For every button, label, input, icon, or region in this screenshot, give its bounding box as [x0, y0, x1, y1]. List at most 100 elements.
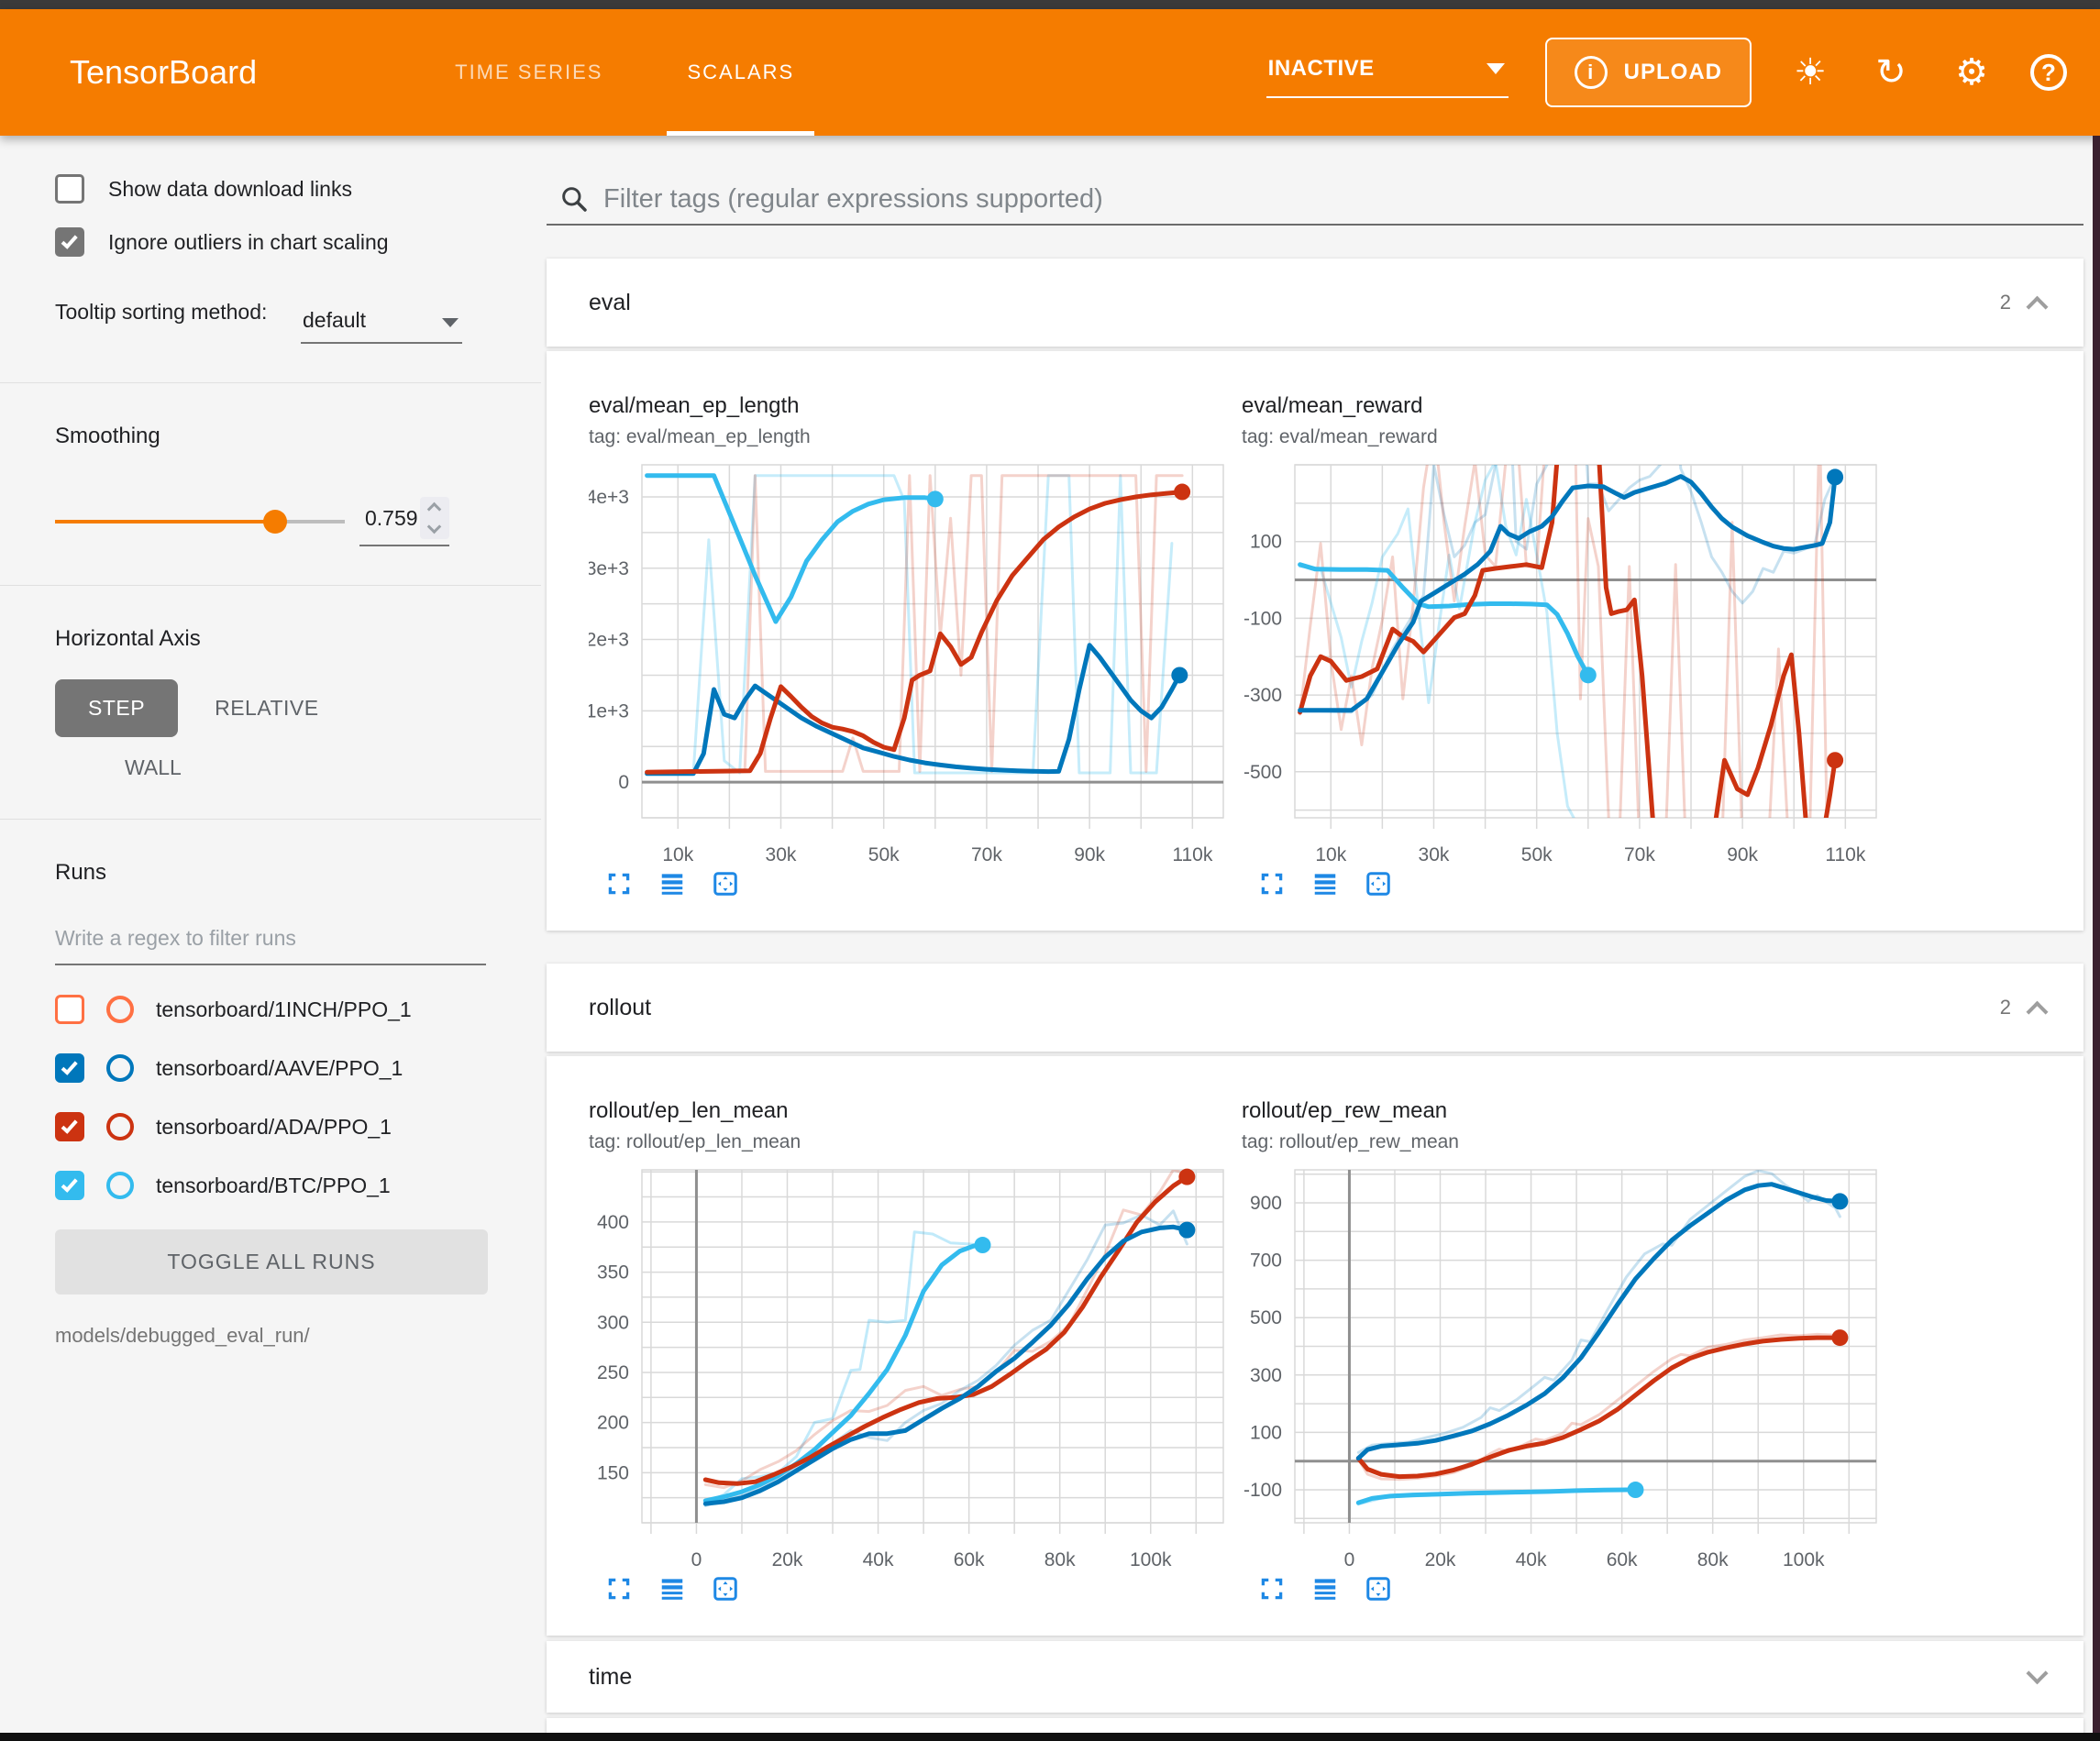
- filter-tags-input[interactable]: [603, 184, 2078, 215]
- svg-text:90k: 90k: [1727, 844, 1758, 865]
- chart-toolbar: [1258, 1575, 1885, 1603]
- axis-button-step[interactable]: STEP: [55, 679, 178, 737]
- runs-list-icon[interactable]: [1311, 870, 1339, 898]
- section-header-eval[interactable]: eval 2: [547, 259, 2083, 347]
- line-chart[interactable]: 10k30k50k70k90k110k100-100-300-500: [1242, 456, 1884, 868]
- checkmark-icon: [61, 1175, 77, 1193]
- tab-time-series[interactable]: TIME SERIES: [413, 9, 645, 136]
- axis-button-wall[interactable]: WALL: [125, 755, 490, 780]
- status-dropdown-value: INACTIVE: [1268, 56, 1375, 82]
- section-header-rollout[interactable]: rollout 2: [547, 964, 2083, 1052]
- svg-text:250: 250: [597, 1362, 629, 1383]
- line-chart[interactable]: 020k40k60k80k100k150200250300350400: [589, 1161, 1231, 1573]
- svg-text:30k: 30k: [766, 844, 797, 865]
- runs-filter-input[interactable]: [55, 922, 486, 965]
- svg-text:60k: 60k: [1607, 1549, 1638, 1570]
- svg-text:30k: 30k: [1419, 844, 1450, 865]
- svg-text:900: 900: [1250, 1193, 1282, 1214]
- run-row-aave[interactable]: tensorboard/AAVE/PPO_1: [55, 1053, 490, 1083]
- svg-text:150: 150: [597, 1462, 629, 1483]
- svg-text:20k: 20k: [1425, 1549, 1456, 1570]
- svg-text:60k: 60k: [954, 1549, 985, 1570]
- tooltip-sorting-select[interactable]: default: [301, 303, 462, 344]
- upload-button[interactable]: i UPLOAD: [1545, 38, 1752, 107]
- run-color-radio[interactable]: [106, 1113, 134, 1140]
- run-checkbox[interactable]: [55, 1171, 84, 1200]
- run-checkbox[interactable]: [55, 1112, 84, 1141]
- runs-base-path: models/debugged_eval_run/: [55, 1324, 490, 1348]
- smoothing-value-box[interactable]: 0.759: [359, 497, 449, 546]
- help-icon[interactable]: ?: [2030, 54, 2067, 91]
- fullscreen-icon[interactable]: [1258, 1575, 1286, 1603]
- run-row-1inch[interactable]: tensorboard/1INCH/PPO_1: [55, 995, 490, 1024]
- checkmark-icon: [61, 232, 77, 249]
- chevron-up-icon[interactable]: [2026, 295, 2048, 317]
- runs-list-icon[interactable]: [1311, 1575, 1339, 1603]
- pan-zoom-icon[interactable]: [1365, 870, 1392, 898]
- smoothing-slider-knob[interactable]: [263, 510, 287, 534]
- ignore-outliers-checkbox[interactable]: [55, 227, 84, 257]
- sidebar-divider: [0, 819, 541, 820]
- tooltip-sorting-row: Tooltip sorting method: default: [55, 297, 490, 344]
- show-download-links-checkbox[interactable]: [55, 174, 84, 204]
- line-chart[interactable]: 020k40k60k80k100k900700500300100-100: [1242, 1161, 1884, 1573]
- settings-gear-icon[interactable]: ⚙: [1950, 54, 1994, 91]
- chevron-down-icon[interactable]: [427, 520, 442, 534]
- chart-toolbar: [605, 1575, 1232, 1603]
- section-title: rollout: [589, 995, 651, 1021]
- fullscreen-icon[interactable]: [605, 870, 633, 898]
- section-header-time[interactable]: time: [547, 1641, 2083, 1713]
- svg-text:-300: -300: [1243, 685, 1282, 706]
- run-checkbox[interactable]: [55, 995, 84, 1024]
- chevron-up-icon[interactable]: [2026, 1000, 2048, 1022]
- pan-zoom-icon[interactable]: [712, 870, 739, 898]
- next-section-card-partial: [547, 1718, 2083, 1733]
- section-title: time: [589, 1664, 632, 1691]
- section-content-eval: eval/mean_ep_length tag: eval/mean_ep_le…: [547, 351, 2083, 931]
- refresh-icon[interactable]: ↻: [1869, 54, 1913, 91]
- svg-text:350: 350: [597, 1262, 629, 1284]
- run-checkbox[interactable]: [55, 1053, 84, 1083]
- chevron-down-icon[interactable]: [2026, 1662, 2048, 1684]
- smoothing-stepper[interactable]: [420, 497, 449, 539]
- line-chart[interactable]: 10k30k50k70k90k110k01e+32e+33e+34e+3: [589, 456, 1231, 868]
- axis-button-relative[interactable]: RELATIVE: [209, 679, 325, 737]
- svg-text:400: 400: [597, 1212, 629, 1233]
- run-color-radio[interactable]: [106, 1172, 134, 1199]
- upload-button-label: UPLOAD: [1624, 60, 1722, 85]
- tab-bar: TIME SERIES SCALARS: [413, 9, 836, 136]
- svg-text:4e+3: 4e+3: [589, 487, 629, 508]
- runs-list-icon[interactable]: [658, 1575, 686, 1603]
- pan-zoom-icon[interactable]: [1365, 1575, 1392, 1603]
- runs-list-icon[interactable]: [658, 870, 686, 898]
- header-actions: INACTIVE i UPLOAD ☀ ↻ ⚙ ?: [1266, 9, 2067, 136]
- svg-text:50k: 50k: [868, 844, 900, 865]
- run-color-radio[interactable]: [106, 996, 134, 1023]
- fullscreen-icon[interactable]: [1258, 870, 1286, 898]
- fullscreen-icon[interactable]: [605, 1575, 633, 1603]
- svg-text:80k: 80k: [1044, 1549, 1076, 1570]
- window-bottom-strip: [0, 1733, 2100, 1741]
- runs-title: Runs: [55, 860, 490, 886]
- scrollbar[interactable]: [2093, 136, 2100, 1733]
- svg-text:0: 0: [618, 772, 629, 793]
- smoothing-slider[interactable]: [55, 520, 345, 523]
- show-download-links-row[interactable]: Show data download links: [55, 174, 490, 204]
- brightness-icon[interactable]: ☀: [1788, 54, 1832, 91]
- horizontal-axis-buttons: STEP RELATIVE: [55, 679, 490, 737]
- chevron-up-icon[interactable]: [427, 502, 442, 517]
- run-row-ada[interactable]: tensorboard/ADA/PPO_1: [55, 1112, 490, 1141]
- svg-text:40k: 40k: [863, 1549, 894, 1570]
- run-label: tensorboard/1INCH/PPO_1: [156, 997, 412, 1022]
- chart-title: eval/mean_ep_length: [589, 393, 1232, 419]
- toggle-all-runs-button[interactable]: TOGGLE ALL RUNS: [55, 1229, 488, 1295]
- svg-text:100: 100: [1250, 532, 1282, 553]
- run-row-btc[interactable]: tensorboard/BTC/PPO_1: [55, 1171, 490, 1200]
- run-color-radio[interactable]: [106, 1054, 134, 1082]
- chart-toolbar: [605, 870, 1232, 898]
- pan-zoom-icon[interactable]: [712, 1575, 739, 1603]
- status-dropdown[interactable]: INACTIVE: [1266, 47, 1509, 98]
- ignore-outliers-row[interactable]: Ignore outliers in chart scaling: [55, 227, 490, 257]
- tab-scalars[interactable]: SCALARS: [645, 9, 836, 136]
- ignore-outliers-label: Ignore outliers in chart scaling: [108, 230, 389, 255]
